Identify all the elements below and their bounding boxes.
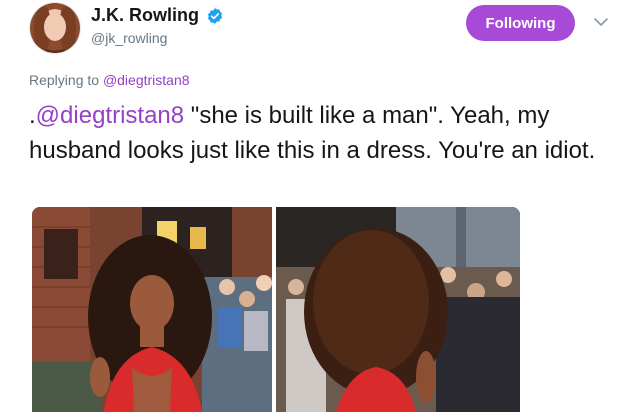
chevron-down-icon[interactable] <box>594 17 608 27</box>
avatar-face <box>44 13 66 41</box>
profile-avatar[interactable] <box>30 3 80 53</box>
tweet-mention-link[interactable]: @diegtristan8 <box>36 102 184 129</box>
photo-right-image <box>276 207 520 412</box>
replying-to-label: Replying to <box>29 72 100 88</box>
photo-left[interactable] <box>32 207 272 412</box>
tweet-media[interactable] <box>32 207 520 412</box>
tweet-text: .@diegtristan8 "she is built like a man"… <box>29 98 614 168</box>
following-button[interactable]: Following <box>466 5 575 41</box>
author-name[interactable]: J.K. Rowling <box>91 5 199 26</box>
replying-to-mention-link[interactable]: @diegtristan8 <box>103 72 190 88</box>
author-handle[interactable]: @jk_rowling <box>91 30 167 46</box>
verified-badge-icon <box>207 8 223 24</box>
tweet-text-prefix: . <box>29 102 36 129</box>
photo-left-image <box>32 207 272 412</box>
photo-right[interactable] <box>276 207 520 412</box>
replying-to: Replying to @diegtristan8 <box>29 72 190 88</box>
